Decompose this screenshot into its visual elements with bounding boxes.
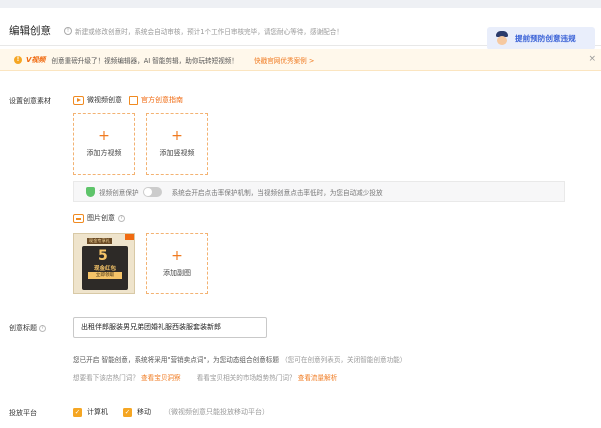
guide-link[interactable]: 官方创意指南	[141, 95, 183, 105]
police-avatar-icon	[495, 31, 509, 46]
creative-material-label: 设置创意素材	[9, 97, 51, 105]
material-tabs: 微视频创意 官方创意指南	[73, 95, 183, 105]
thumb-number: 5	[98, 248, 108, 264]
thumb-card: 5 现金红包 立即领取	[82, 246, 128, 290]
platform-hint: （微视频创意只能投放移动平台）	[164, 408, 269, 416]
shield-icon	[86, 186, 95, 197]
platform-label: 投放平台	[9, 409, 37, 417]
image-thumbnail[interactable]: 现金专享礼 5 现金红包 立即领取	[73, 233, 135, 294]
banner-link[interactable]: 快戳官网优秀案例 >	[254, 55, 314, 65]
info-circle-icon: !	[64, 27, 72, 35]
checkbox-mobile[interactable]: ✓	[123, 407, 132, 417]
checkbox-computer[interactable]: ✓	[73, 407, 82, 417]
image-icon	[73, 213, 84, 223]
add-image-label: 添加副图	[163, 268, 191, 277]
option-mobile-label: 移动	[137, 408, 151, 416]
header-info: ! 新建或修改创意时，系统会自动审核，预计1个工作日审核完毕，请您耐心等待，感谢…	[64, 26, 343, 36]
creative-title-label: 创意标题 ?	[9, 323, 46, 333]
prevent-violation-button[interactable]: 提前预防创意违规	[487, 27, 595, 50]
option-computer-label: 计算机	[87, 408, 108, 416]
hot-words-note: 想要看下该店热门词？ 查看宝贝洞察 看看宝贝相关的市场趋势热门词？ 查看流量解析	[73, 374, 338, 382]
help-icon[interactable]: ?	[118, 214, 125, 222]
add-vertical-video-button[interactable]: + 添加竖视频	[146, 113, 208, 175]
close-icon[interactable]: ×	[588, 54, 596, 64]
plus-icon: +	[171, 128, 183, 144]
plus-icon: +	[171, 247, 183, 264]
header-info-text: 新建或修改创意时，系统会自动审核，预计1个工作日审核完毕，请您耐心等待，感谢配合…	[75, 28, 343, 36]
top-strip	[0, 0, 601, 8]
smart-creative-note: 您已开启 智能创意，系统将采用"营销卖点词"，为您动态组合创意标题 （您可在创意…	[73, 356, 407, 364]
image-creative-label: 图片创意	[87, 214, 115, 222]
banner-text: 创意重磅升级了！视频编辑器，AI 智能剪辑，助你玩转短视频！	[51, 56, 239, 65]
add-image-button[interactable]: + 添加副图	[146, 233, 208, 294]
creative-title-input[interactable]: 出租伴郎服装男兄弟团婚礼服西装服套装新郎	[73, 317, 267, 338]
help-icon[interactable]: ?	[39, 324, 46, 332]
warning-icon: !	[14, 55, 22, 64]
thumb-badge	[125, 234, 134, 240]
protect-label: 视频创意保护	[99, 188, 139, 197]
video-protection-bar: 视频创意保护 系统会开启点击率保护机制，当视频创意点击率低时，为您自动减少投放	[73, 181, 565, 202]
view-traffic-link[interactable]: 查看流量解析	[298, 374, 338, 382]
tab-micro-video[interactable]: 微视频创意	[87, 95, 122, 105]
page-header: 编辑创意 ! 新建或修改创意时，系统会自动审核，预计1个工作日审核完毕，请您耐心…	[0, 10, 601, 50]
thumb-title: 现金红包	[93, 266, 116, 272]
protect-toggle[interactable]	[142, 186, 162, 197]
banner-brand: V视频	[26, 55, 46, 64]
plus-icon: +	[98, 128, 110, 144]
add-square-video-label: 添加方视频	[86, 149, 122, 157]
view-insight-link[interactable]: 查看宝贝洞察	[141, 374, 181, 382]
add-vertical-video-label: 添加竖视频	[159, 149, 195, 157]
prevent-violation-label: 提前预防创意违规	[515, 34, 576, 43]
add-square-video-button[interactable]: + 添加方视频	[73, 113, 135, 175]
book-icon	[129, 95, 138, 105]
video-icon	[73, 95, 84, 105]
thumb-button: 立即领取	[88, 272, 122, 279]
thumb-tag: 现金专享礼	[87, 238, 112, 244]
platform-options: ✓ 计算机 ✓ 移动 （微视频创意只能投放移动平台）	[73, 407, 269, 417]
smart-creative-hint: （您可在创意列表页，关闭智能创意功能）	[281, 356, 407, 364]
page-title: 编辑创意	[9, 25, 51, 37]
image-creative-header: 图片创意 ?	[73, 213, 125, 223]
protect-desc: 系统会开启点击率保护机制，当视频创意点击率低时，为您自动减少投放	[171, 188, 383, 197]
promo-banner: ! V视频 创意重磅升级了！视频编辑器，AI 智能剪辑，助你玩转短视频！ 快戳官…	[0, 49, 601, 71]
